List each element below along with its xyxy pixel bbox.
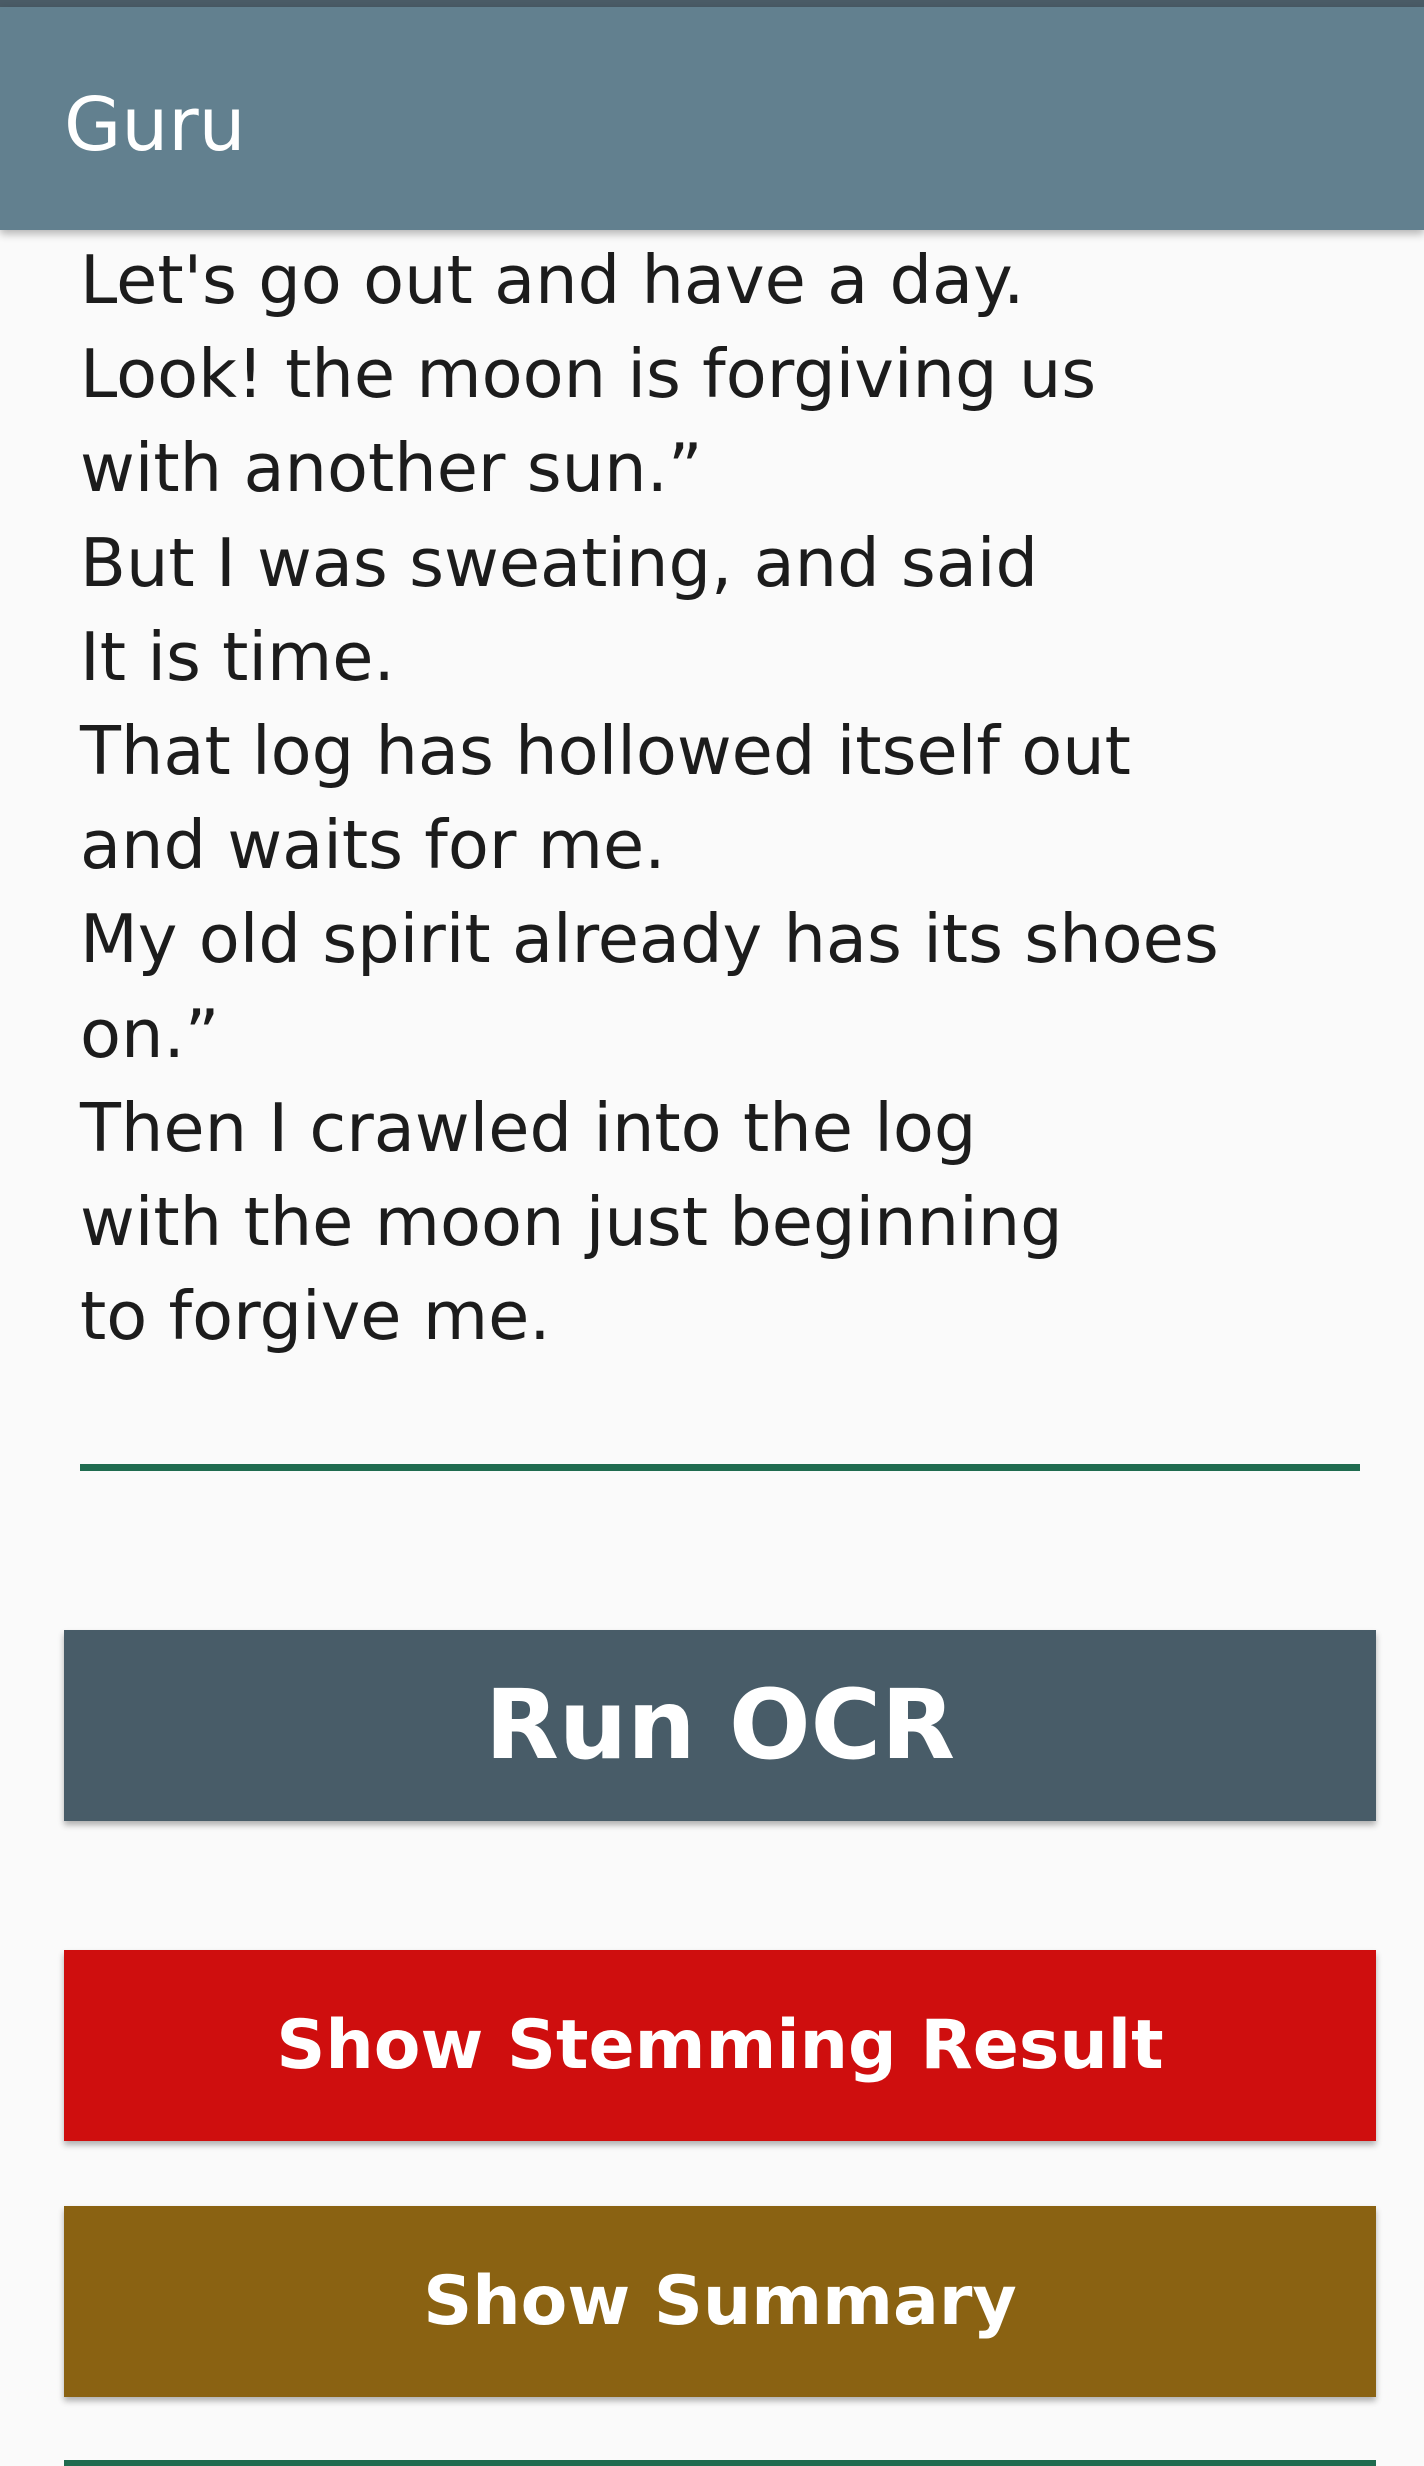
bottom-divider [64,2460,1376,2466]
ocr-text-field[interactable]: Let's go out and have a day. Look! the m… [80,233,1370,1363]
show-summary-button[interactable]: Show Summary [64,2206,1376,2397]
app-title: Guru [64,82,246,168]
status-bar-strip [0,0,1424,7]
app-bar: Guru [0,7,1424,230]
text-field-underline [80,1464,1360,1471]
run-ocr-button[interactable]: Run OCR [64,1630,1376,1821]
show-stemming-result-button[interactable]: Show Stemming Result [64,1950,1376,2141]
